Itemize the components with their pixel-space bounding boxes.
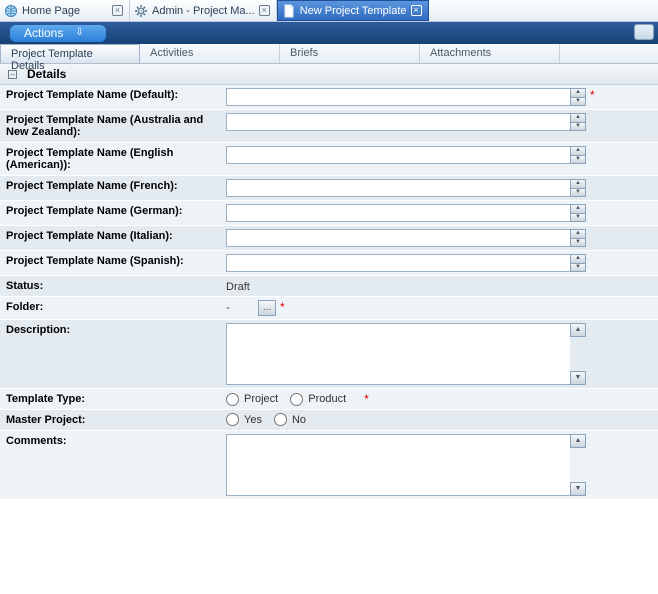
stepper-up[interactable]: ▲ bbox=[570, 323, 586, 337]
label-name-default: Project Template Name (Default): bbox=[0, 85, 226, 109]
section-title: Details bbox=[27, 67, 66, 81]
tab-label: Admin - Project Ma... bbox=[152, 5, 255, 17]
label-name-englishus: Project Template Name (English (American… bbox=[0, 143, 226, 175]
label-master-project: Master Project: bbox=[0, 410, 226, 430]
stepper-up[interactable]: ▲ bbox=[570, 88, 586, 97]
label-name-spanish: Project Template Name (Spanish): bbox=[0, 251, 226, 275]
radio-template-project[interactable] bbox=[226, 393, 239, 406]
label-name-german: Project Template Name (German): bbox=[0, 201, 226, 225]
stepper-up[interactable]: ▲ bbox=[570, 204, 586, 213]
label-name-french: Project Template Name (French): bbox=[0, 176, 226, 200]
close-icon[interactable]: × bbox=[411, 5, 422, 16]
sub-tab-attachments[interactable]: Attachments bbox=[420, 44, 560, 63]
section-header-details: – Details bbox=[0, 64, 658, 85]
stepper-down[interactable]: ▼ bbox=[570, 155, 586, 164]
stepper-up[interactable]: ▲ bbox=[570, 254, 586, 263]
input-name-italian[interactable] bbox=[226, 229, 570, 247]
stepper-down[interactable]: ▼ bbox=[570, 122, 586, 131]
stepper-up[interactable]: ▲ bbox=[570, 229, 586, 238]
actions-toolbar: Actions ⇩ bbox=[0, 22, 658, 44]
document-icon bbox=[282, 4, 296, 18]
label-name-italian: Project Template Name (Italian): bbox=[0, 226, 226, 250]
radio-label: No bbox=[292, 414, 306, 426]
close-icon[interactable]: × bbox=[112, 5, 123, 16]
top-tab-bar: Home Page × Admin - Project Ma... × New … bbox=[0, 0, 658, 22]
label-description: Description: bbox=[0, 320, 226, 388]
tab-admin-project[interactable]: Admin - Project Ma... × bbox=[130, 0, 277, 21]
minimize-button[interactable] bbox=[634, 24, 654, 40]
form-details: Project Template Name (Default): ▲▼ * Pr… bbox=[0, 85, 658, 500]
stepper-down[interactable]: ▼ bbox=[570, 188, 586, 197]
radio-label: Project bbox=[244, 393, 278, 405]
required-marker: * bbox=[280, 300, 285, 314]
label-comments: Comments: bbox=[0, 431, 226, 499]
radio-template-product[interactable] bbox=[290, 393, 303, 406]
collapse-icon[interactable]: – bbox=[8, 70, 17, 79]
label-name-aunz: Project Template Name (Australia and New… bbox=[0, 110, 226, 142]
textarea-description[interactable] bbox=[226, 323, 570, 385]
input-name-aunz[interactable] bbox=[226, 113, 570, 131]
required-marker: * bbox=[590, 88, 595, 102]
stepper-down[interactable]: ▼ bbox=[570, 97, 586, 106]
input-name-spanish[interactable] bbox=[226, 254, 570, 272]
tab-new-project-template[interactable]: New Project Template × bbox=[277, 0, 429, 21]
required-marker: * bbox=[364, 392, 369, 406]
label-template-type: Template Type: bbox=[0, 389, 226, 409]
stepper-up[interactable]: ▲ bbox=[570, 179, 586, 188]
stepper-down[interactable]: ▼ bbox=[570, 263, 586, 272]
stepper-down[interactable]: ▼ bbox=[570, 482, 586, 496]
tab-label: Home Page bbox=[22, 5, 108, 17]
gear-icon bbox=[134, 4, 148, 18]
stepper-up[interactable]: ▲ bbox=[570, 434, 586, 448]
input-name-englishus[interactable] bbox=[226, 146, 570, 164]
actions-menu-button[interactable]: Actions ⇩ bbox=[10, 25, 106, 42]
globe-icon bbox=[4, 4, 18, 18]
stepper-down[interactable]: ▼ bbox=[570, 371, 586, 385]
value-status: Draft bbox=[226, 279, 250, 293]
sub-tab-spacer bbox=[560, 44, 658, 63]
stepper-down[interactable]: ▼ bbox=[570, 213, 586, 222]
textarea-comments[interactable] bbox=[226, 434, 570, 496]
chevron-down-icon: ⇩ bbox=[75, 27, 83, 38]
radio-label: Yes bbox=[244, 414, 262, 426]
input-name-default[interactable] bbox=[226, 88, 570, 106]
label-status: Status: bbox=[0, 276, 226, 296]
sub-tab-bar: Project Template Details Activities Brie… bbox=[0, 44, 658, 64]
tab-home-page[interactable]: Home Page × bbox=[0, 0, 130, 21]
folder-browse-button[interactable]: … bbox=[258, 300, 276, 316]
stepper-up[interactable]: ▲ bbox=[570, 113, 586, 122]
tab-label: New Project Template bbox=[300, 5, 407, 17]
stepper-down[interactable]: ▼ bbox=[570, 238, 586, 247]
label-folder: Folder: bbox=[0, 297, 226, 319]
input-name-french[interactable] bbox=[226, 179, 570, 197]
sub-tab-activities[interactable]: Activities bbox=[140, 44, 280, 63]
radio-master-no[interactable] bbox=[274, 413, 287, 426]
radio-master-yes[interactable] bbox=[226, 413, 239, 426]
close-icon[interactable]: × bbox=[259, 5, 270, 16]
actions-label: Actions bbox=[24, 26, 63, 40]
sub-tab-briefs[interactable]: Briefs bbox=[280, 44, 420, 63]
value-folder: - bbox=[226, 300, 254, 314]
sub-tab-details[interactable]: Project Template Details bbox=[0, 44, 140, 63]
stepper-up[interactable]: ▲ bbox=[570, 146, 586, 155]
input-name-german[interactable] bbox=[226, 204, 570, 222]
radio-label: Product bbox=[308, 393, 346, 405]
